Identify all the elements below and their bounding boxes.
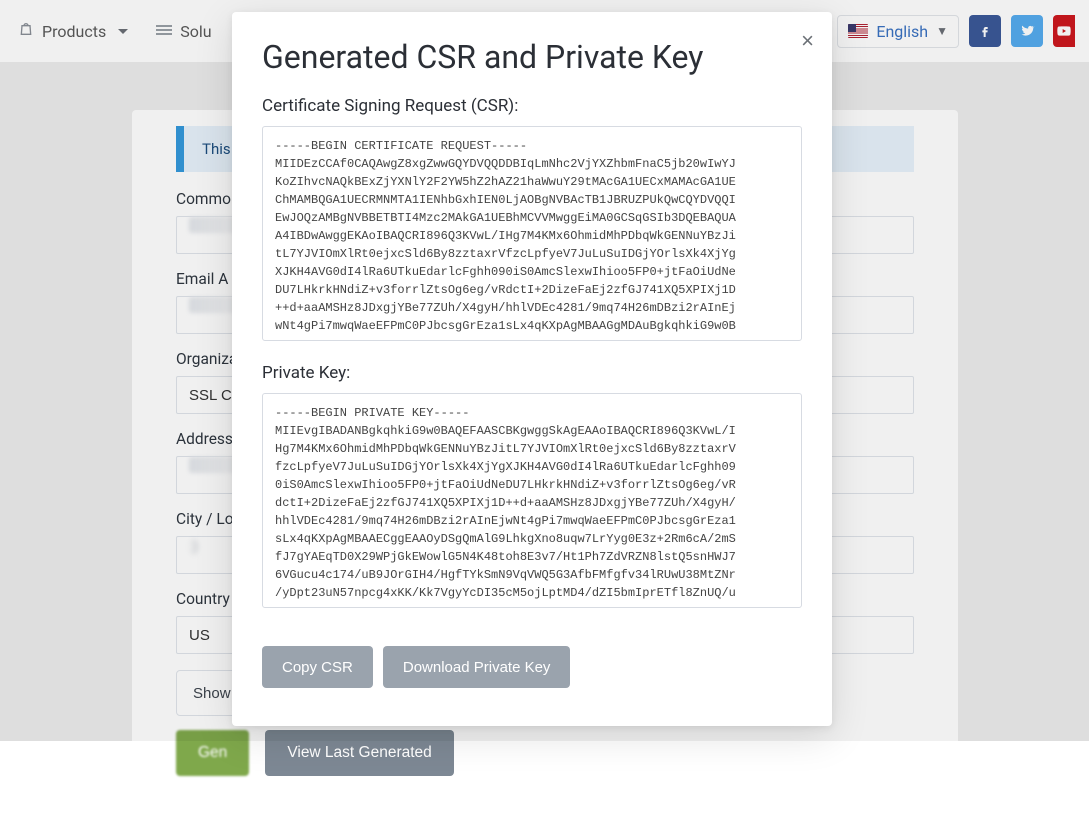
download-private-key-button[interactable]: Download Private Key: [383, 646, 571, 688]
csr-textarea[interactable]: [262, 126, 802, 341]
copy-csr-label: Copy CSR: [282, 659, 353, 676]
close-button[interactable]: ×: [797, 26, 818, 56]
download-pk-label: Download Private Key: [403, 659, 551, 676]
view-last-label: View Last Generated: [287, 744, 431, 761]
copy-csr-button[interactable]: Copy CSR: [262, 646, 373, 688]
private-key-textarea[interactable]: [262, 393, 802, 608]
pk-label: Private Key:: [262, 363, 802, 383]
close-icon: ×: [801, 28, 814, 53]
modal-title: Generated CSR and Private Key: [262, 38, 802, 76]
csr-label: Certificate Signing Request (CSR):: [262, 96, 802, 116]
generated-csr-modal: × Generated CSR and Private Key Certific…: [232, 12, 832, 726]
modal-actions: Copy CSR Download Private Key: [262, 646, 802, 688]
generate-label: Gen: [198, 744, 227, 761]
